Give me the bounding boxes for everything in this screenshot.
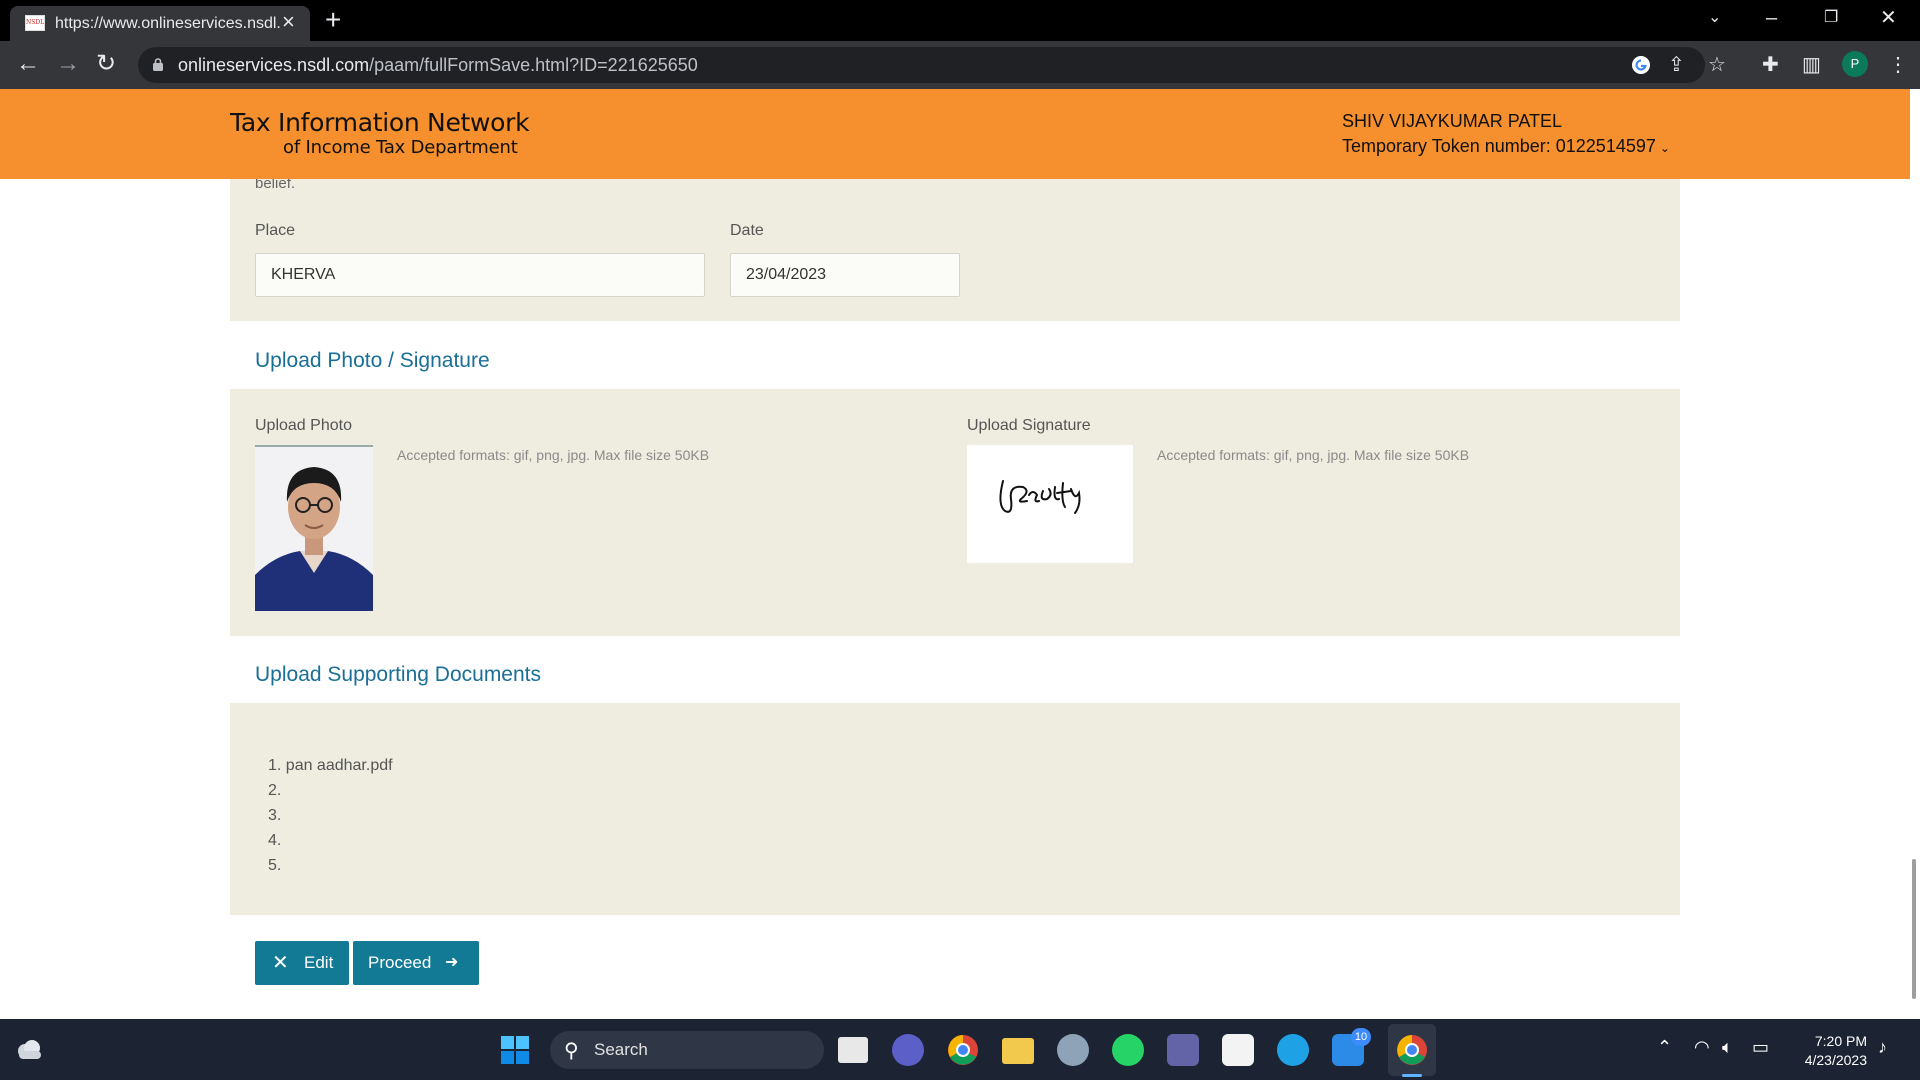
side-panel-icon[interactable]: ▥: [1802, 53, 1821, 77]
proceed-button[interactable]: Proceed ➜: [353, 941, 479, 985]
profile-avatar[interactable]: P: [1842, 51, 1868, 77]
place-label: Place: [255, 222, 296, 239]
clock-time[interactable]: 7:20 PM: [1801, 1033, 1867, 1049]
signature-image-icon: [999, 480, 1081, 514]
taskbar-search-box[interactable]: ⚲ Search: [550, 1031, 824, 1069]
bookmark-star-icon[interactable]: ☆: [1708, 54, 1726, 76]
token-label: Temporary Token number: 0122514597: [1342, 136, 1656, 156]
document-item: 5.: [268, 857, 282, 874]
upload-photo-label: Upload Photo: [255, 417, 352, 434]
settings-gear-icon[interactable]: [1057, 1034, 1089, 1066]
logo-line-1: Tax Information Network: [230, 108, 530, 137]
logo-line-2: of Income Tax Department: [283, 137, 518, 158]
windows-start-icon[interactable]: [501, 1036, 529, 1064]
date-input[interactable]: 23/04/2023: [730, 253, 960, 297]
declaration-panel: belief. Place KHERVA Date 23/04/2023: [230, 175, 1680, 321]
search-icon: ⚲: [564, 1040, 579, 1062]
weather-cloud-icon[interactable]: [14, 1037, 44, 1061]
upload-signature-label: Upload Signature: [967, 417, 1091, 434]
new-tab-icon[interactable]: +: [325, 6, 341, 34]
url-host: onlineservices.nsdl.com: [178, 55, 370, 75]
page-viewport: Tax Information Network of Income Tax De…: [0, 89, 1920, 1019]
document-item: 3.: [268, 807, 282, 824]
token-dropdown[interactable]: Temporary Token number: 0122514597 ⌄: [1342, 136, 1670, 157]
volume-icon[interactable]: 🔈︎: [1722, 1037, 1733, 1058]
taskbar-search-label: Search: [594, 1040, 648, 1059]
documents-list: 1. pan aadhar.pdf 2. 3. 4. 5.: [268, 753, 393, 878]
active-app-indicator: [1402, 1074, 1422, 1077]
edit-button-label: Edit: [304, 953, 334, 972]
whatsapp-icon[interactable]: [1112, 1034, 1144, 1066]
teams-chat-icon[interactable]: [892, 1034, 924, 1066]
proceed-button-label: Proceed: [368, 953, 432, 972]
tab-title: https://www.onlineservices.nsdl.c: [55, 15, 280, 32]
clock-date[interactable]: 4/23/2023: [1790, 1052, 1867, 1068]
upload-panel: Upload Photo Accepted formats: gif, png,…: [230, 389, 1680, 636]
minimize-icon[interactable]: –: [1766, 6, 1777, 30]
site-header: Tax Information Network of Income Tax De…: [0, 89, 1910, 179]
documents-panel: 1. pan aadhar.pdf 2. 3. 4. 5.: [230, 703, 1680, 915]
photo-format-hint: Accepted formats: gif, png, jpg. Max fil…: [397, 447, 710, 463]
chrome-profile-icon[interactable]: [1396, 1034, 1428, 1066]
upload-photo-signature-title: Upload Photo / Signature: [255, 349, 490, 372]
document-item: 2.: [268, 782, 282, 799]
url-path: /paam/fullFormSave.html?ID=221625650: [369, 55, 698, 75]
back-icon[interactable]: ←: [16, 51, 40, 77]
task-view-icon[interactable]: [838, 1037, 868, 1063]
lock-icon: [153, 58, 163, 71]
forward-icon[interactable]: →: [56, 51, 80, 77]
chrome-icon[interactable]: [947, 1034, 979, 1066]
tab-search-chevron-icon[interactable]: ⌄: [1708, 6, 1721, 30]
browser-tab[interactable]: NSDL https://www.onlineservices.nsdl.c ×: [10, 6, 310, 41]
extensions-icon[interactable]: ✚: [1762, 53, 1779, 77]
date-label: Date: [730, 222, 764, 239]
document-item: 4.: [268, 832, 282, 849]
url-text[interactable]: onlineservices.nsdl.com/paam/fullFormSav…: [178, 55, 698, 76]
reload-icon[interactable]: ↻: [96, 51, 116, 77]
browser-tab-strip: NSDL https://www.onlineservices.nsdl.c ×…: [0, 0, 1920, 41]
file-explorer-icon[interactable]: [1002, 1038, 1034, 1064]
edge-icon[interactable]: [1277, 1034, 1309, 1066]
photo-portrait-icon: [255, 447, 373, 611]
menu-kebab-icon[interactable]: ⋮: [1888, 53, 1908, 77]
place-input[interactable]: KHERVA: [255, 253, 705, 297]
close-window-icon[interactable]: ✕: [1880, 6, 1897, 30]
microsoft-store-icon[interactable]: [1222, 1034, 1254, 1066]
wifi-icon[interactable]: ◠: [1694, 1037, 1710, 1058]
tray-chevron-up-icon[interactable]: ⌃: [1657, 1037, 1672, 1058]
signature-format-hint: Accepted formats: gif, png, jpg. Max fil…: [1157, 447, 1470, 463]
document-item[interactable]: 1. pan aadhar.pdf: [268, 753, 393, 778]
microsoft-teams-icon[interactable]: [1167, 1034, 1199, 1066]
close-tab-icon[interactable]: ×: [282, 11, 295, 33]
uploaded-photo[interactable]: [255, 445, 373, 611]
arrow-right-icon: ➜: [445, 954, 459, 971]
notification-bell-icon[interactable]: ♪: [1878, 1037, 1887, 1058]
address-bar[interactable]: onlineservices.nsdl.com/paam/fullFormSav…: [138, 47, 1726, 83]
uploaded-signature[interactable]: [967, 445, 1133, 563]
windows-taskbar: ⚲ Search 10 ⌃ ◠ 🔈︎ ▭ 7:20 PM 4/23/2023 ♪: [0, 1019, 1920, 1080]
google-lens-icon[interactable]: [1631, 55, 1651, 75]
user-name: SHIV VIJAYKUMAR PATEL: [1342, 111, 1563, 131]
mail-badge: 10: [1351, 1028, 1371, 1046]
upload-documents-title: Upload Supporting Documents: [255, 663, 542, 686]
page-scrollbar-thumb[interactable]: [1912, 859, 1916, 999]
chevron-down-icon: ⌄: [1659, 141, 1670, 155]
close-icon: ✕: [272, 952, 289, 974]
browser-toolbar: ← → ↻ onlineservices.nsdl.com/paam/fullF…: [0, 41, 1920, 89]
edit-button[interactable]: ✕ Edit: [255, 941, 349, 985]
share-icon[interactable]: ⇪: [1668, 54, 1685, 76]
restore-icon[interactable]: ❐: [1824, 6, 1838, 30]
nsdl-favicon-icon: NSDL: [25, 15, 45, 31]
battery-icon[interactable]: ▭: [1752, 1037, 1769, 1058]
